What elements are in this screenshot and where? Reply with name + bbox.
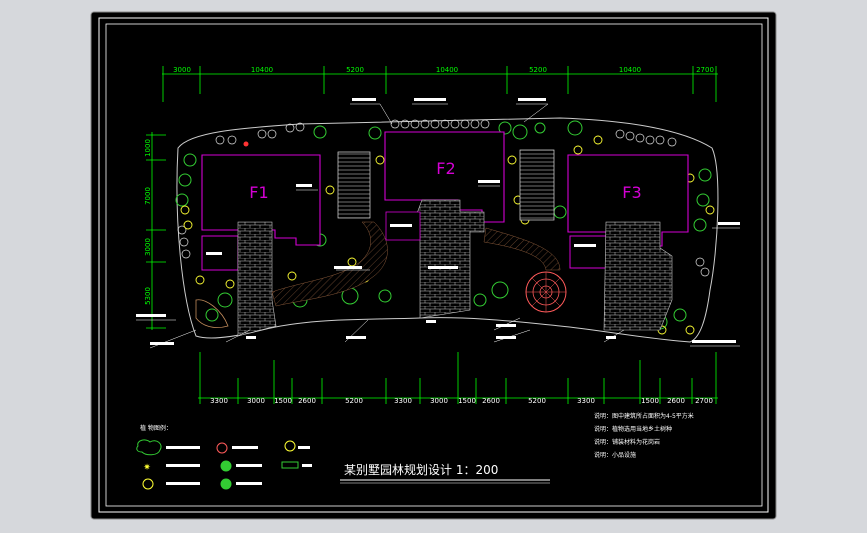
drawing-title: 某别墅园林规划设计 1：200 <box>344 462 498 477</box>
staircase-left <box>337 151 371 219</box>
note-2: 说明：植物选用当地乡土树种 <box>594 425 672 433</box>
note-4: 说明：小品设施 <box>594 451 636 459</box>
top-dim-5: 5200 <box>529 66 547 74</box>
left-dim-2: 7000 <box>144 187 152 205</box>
building-label-f2: F2 <box>436 159 455 178</box>
bottom-dim-9: 2600 <box>482 397 500 405</box>
note-1: 说明：图中建筑所占面积为4-5平方米 <box>594 412 694 420</box>
top-dim-3: 5200 <box>346 66 364 74</box>
bottom-dim-12: 1500 <box>641 397 659 405</box>
note-3: 说明：铺装材料为花岗岩 <box>594 438 660 446</box>
bottom-dim-3: 1500 <box>274 397 292 405</box>
f3-annex <box>569 235 607 269</box>
bottom-dim-5: 5200 <box>345 397 363 405</box>
circular-plaza <box>525 271 567 313</box>
bottom-dim-6: 3300 <box>394 397 412 405</box>
top-dim-1: 3000 <box>173 66 191 74</box>
top-dim-6: 10400 <box>619 66 641 74</box>
building-label-f3: F3 <box>622 183 641 202</box>
top-dim-2: 10400 <box>251 66 273 74</box>
staircase-right <box>519 149 555 221</box>
left-dim-3: 3000 <box>144 238 152 256</box>
building-label-f1: F1 <box>249 183 268 202</box>
flower-icon: ✷ <box>143 463 151 473</box>
shrub-icon <box>220 478 232 490</box>
cad-drawing-sheet: 3000 10400 5200 10400 5200 10400 2700 10… <box>90 11 777 520</box>
bottom-dim-4: 2600 <box>298 397 316 405</box>
legend-heading: 植 物图例： <box>140 424 172 432</box>
bottom-dim-11: 3300 <box>577 397 595 405</box>
bottom-dim-8: 1500 <box>458 397 476 405</box>
bottom-dim-7: 3000 <box>430 397 448 405</box>
bottom-dim-10: 5200 <box>528 397 546 405</box>
bottom-dim-14: 2700 <box>695 397 713 405</box>
evergreen-icon <box>220 460 232 472</box>
top-dim-7: 2700 <box>696 66 714 74</box>
left-dim-4: 5300 <box>144 287 152 305</box>
bottom-dim-2: 3000 <box>247 397 265 405</box>
left-dim-1: 1000 <box>144 139 152 157</box>
paving-left <box>237 221 277 337</box>
bottom-dim-1: 3300 <box>210 397 228 405</box>
top-dim-4: 10400 <box>436 66 458 74</box>
bottom-dim-13: 2600 <box>667 397 685 405</box>
